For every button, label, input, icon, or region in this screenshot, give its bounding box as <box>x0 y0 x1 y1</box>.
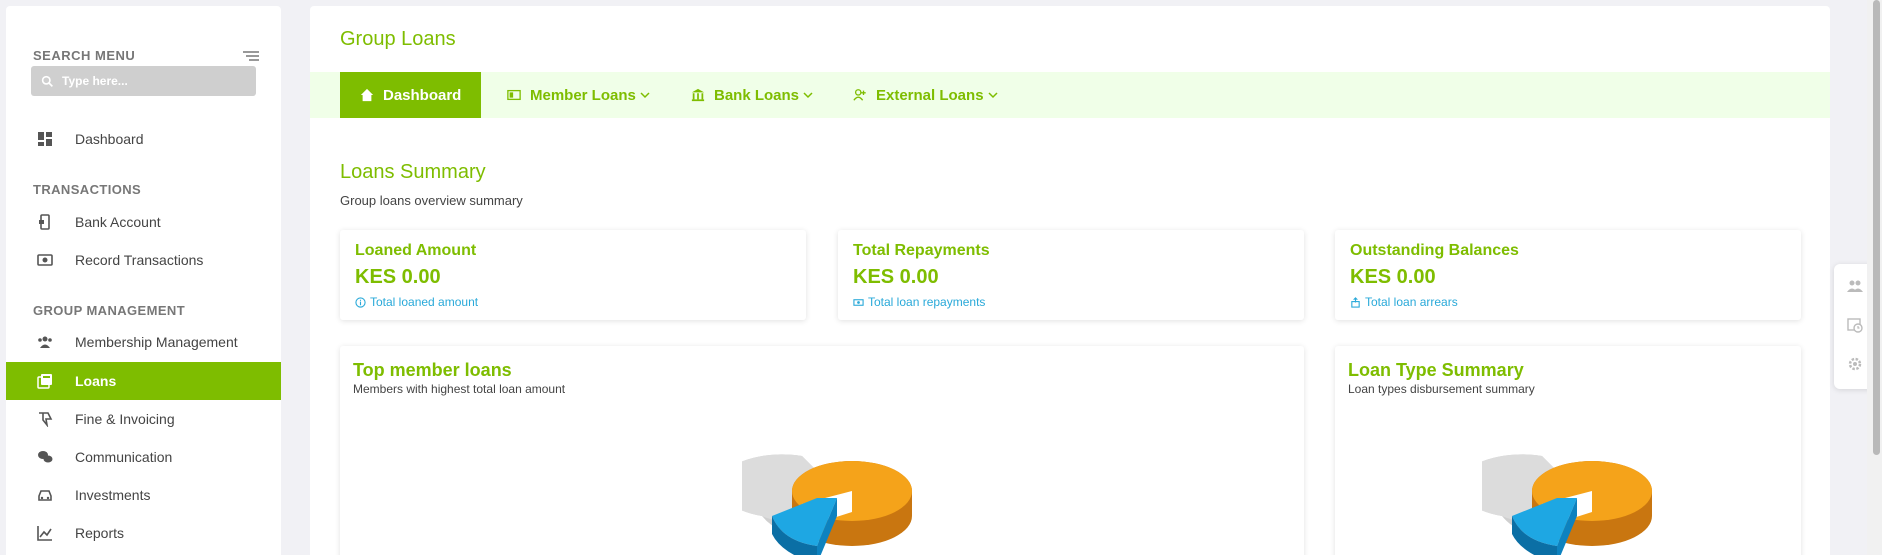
users-icon[interactable] <box>1847 278 1863 294</box>
search-input[interactable] <box>62 74 242 88</box>
search-menu-title: SEARCH MENU <box>33 48 136 63</box>
chat-icon <box>38 451 53 463</box>
info-circle-icon <box>355 296 366 308</box>
sidebar-section-transactions: TRANSACTIONS <box>33 182 142 197</box>
loans-icon <box>37 374 52 389</box>
tab-label: Dashboard <box>383 86 462 104</box>
gear-icon[interactable] <box>1847 356 1863 372</box>
sidebar-item-dashboard[interactable]: Dashboard <box>6 120 281 158</box>
sidebar-item-label: Membership Management <box>75 334 238 350</box>
home-icon <box>360 88 374 102</box>
card-note: Total loan arrears <box>1350 295 1786 309</box>
box-icon <box>1351 296 1360 308</box>
dashboard-icon <box>38 132 52 146</box>
card-note: Total loan repayments <box>853 295 1289 309</box>
card-value: KES 0.00 <box>853 266 939 288</box>
page-title: Group Loans <box>340 28 456 50</box>
chevron-down-icon <box>640 92 650 99</box>
page-scrollbar[interactable] <box>1867 0 1882 555</box>
sidebar-section-group-management: GROUP MANAGEMENT <box>33 303 186 318</box>
users-icon <box>38 336 52 348</box>
car-icon <box>38 490 52 501</box>
sidebar-item-record-transactions[interactable]: Record Transactions <box>6 241 281 279</box>
card-label: Outstanding Balances <box>1350 242 1519 259</box>
card-label: Loaned Amount <box>355 242 477 259</box>
calendar-clock-icon[interactable] <box>1847 317 1863 333</box>
tab-label: Member Loans <box>530 86 636 104</box>
sidebar-item-label: Dashboard <box>75 131 144 147</box>
loans-summary-title: Loans Summary <box>340 161 486 183</box>
tab-external-loans[interactable]: External Loans <box>853 72 998 118</box>
sidebar-item-label: Bank Account <box>75 214 161 230</box>
sidebar-item-fine-invoicing[interactable]: Fine & Invoicing <box>6 400 281 438</box>
card-label: Total Repayments <box>853 242 990 259</box>
chevron-down-icon <box>803 92 813 99</box>
sidebar: SEARCH MENU Dashboard TRANSACTIONS Bank … <box>6 6 281 555</box>
chevron-down-icon <box>988 92 998 99</box>
sidebar-item-membership-management[interactable]: Membership Management <box>6 323 281 361</box>
card-note-text: Total loan repayments <box>868 295 986 309</box>
card-value: KES 0.00 <box>1350 266 1436 288</box>
sidebar-item-reports[interactable]: Reports <box>6 514 281 552</box>
empty-pie-chart-icon <box>742 454 912 555</box>
cash-register-icon <box>37 254 53 266</box>
tab-bank-loans[interactable]: Bank Loans <box>691 72 813 118</box>
cash-icon <box>853 298 864 306</box>
sidebar-item-label: Reports <box>75 525 125 541</box>
menu-toggle-icon[interactable] <box>243 51 259 63</box>
mobile-bank-icon <box>39 214 50 230</box>
scrollbar-thumb[interactable] <box>1873 0 1880 455</box>
card-note-text: Total loaned amount <box>370 295 479 309</box>
card-note-text: Total loan arrears <box>1365 295 1458 309</box>
total-repayments-card: Total Repayments KES 0.00 Total loan rep… <box>838 230 1304 320</box>
chart-line-icon <box>37 526 52 541</box>
sidebar-item-bank-account[interactable]: Bank Account <box>6 203 281 241</box>
outstanding-balances-card: Outstanding Balances KES 0.00 Total loan… <box>1335 230 1801 320</box>
tab-dashboard[interactable]: Dashboard <box>340 72 482 118</box>
card-note: Total loaned amount <box>355 295 791 309</box>
panel-subtitle: Members with highest total loan amount <box>353 382 566 396</box>
tab-member-loans[interactable]: Member Loans <box>507 72 650 118</box>
main-panel: Group Loans Dashboard Member Loans Bank … <box>310 6 1830 555</box>
empty-pie-chart-icon <box>1482 454 1652 555</box>
sidebar-item-label: Loans <box>75 373 117 389</box>
sidebar-item-label: Investments <box>75 487 151 503</box>
sidebar-item-communication[interactable]: Communication <box>6 438 281 476</box>
sidebar-item-label: Communication <box>75 449 173 465</box>
sidebar-item-label: Record Transactions <box>75 252 204 268</box>
bank-icon <box>691 88 705 102</box>
sidebar-item-investments[interactable]: Investments <box>6 476 281 514</box>
panel-title: Loan Type Summary <box>1348 360 1524 380</box>
loans-summary-subtitle: Group loans overview summary <box>340 193 523 208</box>
sidebar-item-loans[interactable]: Loans <box>6 362 281 400</box>
sidebar-item-label: Fine & Invoicing <box>75 411 175 427</box>
search-box[interactable] <box>31 66 256 96</box>
loans-nav: Dashboard Member Loans Bank Loans Extern… <box>310 72 1830 118</box>
tab-label: External Loans <box>876 86 984 104</box>
loaned-amount-card: Loaned Amount KES 0.00 Total loaned amou… <box>340 230 806 320</box>
tab-label: Bank Loans <box>714 86 800 104</box>
thumbs-down-icon <box>39 412 53 427</box>
panel-title: Top member loans <box>353 360 512 380</box>
search-icon <box>41 75 53 87</box>
id-card-icon <box>507 89 521 101</box>
user-plus-icon <box>853 89 866 101</box>
card-value: KES 0.00 <box>355 266 441 288</box>
panel-subtitle: Loan types disbursement summary <box>1348 382 1535 396</box>
